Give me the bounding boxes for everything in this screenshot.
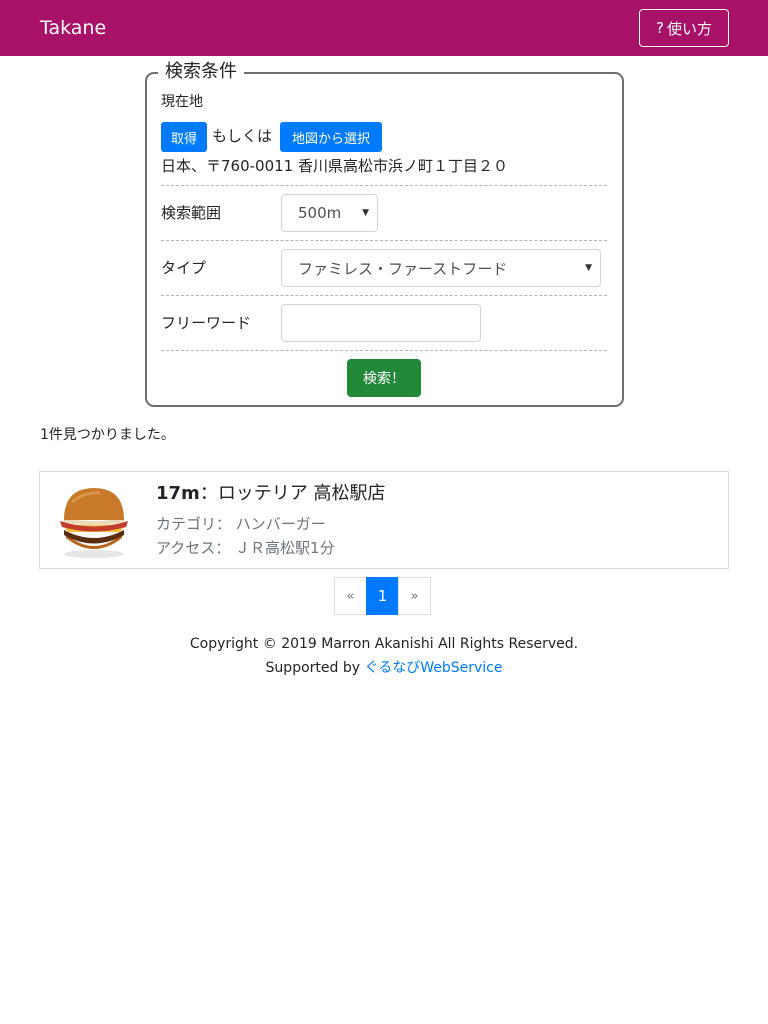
help-button[interactable]: ? 使い方 (639, 9, 729, 47)
pagination-next[interactable]: » (398, 577, 431, 615)
result-category: カテゴリ： ハンバーガー (156, 514, 326, 534)
category-value: ハンバーガー (235, 515, 326, 533)
result-title[interactable]: 17m：ロッテリア 高松駅店 (156, 482, 386, 506)
freeword-label: フリーワード (161, 314, 252, 332)
pagination-prev[interactable]: « (334, 577, 367, 615)
caret-down-icon: ▼ (585, 263, 592, 273)
result-access: アクセス： ＪＲ高松駅1分 (156, 538, 335, 558)
range-select[interactable]: 500m ▼ (281, 194, 378, 232)
category-label: カテゴリ： (156, 515, 232, 533)
search-submit-button[interactable]: 検索！ (347, 359, 421, 397)
divider (161, 240, 607, 241)
range-label: 検索範囲 (161, 204, 222, 222)
divider (161, 350, 607, 351)
brand-logo[interactable]: Takane (40, 17, 106, 39)
result-name: ロッテリア 高松駅店 (217, 483, 386, 504)
navbar: Takane ? 使い方 (0, 0, 768, 56)
copyright: Copyright © 2019 Marron Akanishi All Rig… (189, 636, 579, 652)
get-location-button[interactable]: 取得 (161, 122, 207, 152)
caret-down-icon: ▼ (362, 208, 369, 218)
result-count: 1件見つかりました。 (40, 427, 175, 443)
help-button-label: 使い方 (666, 19, 712, 38)
pagination: « 1 » (334, 577, 431, 615)
divider (161, 295, 607, 296)
result-card[interactable]: 17m：ロッテリア 高松駅店 カテゴリ： ハンバーガー アクセス： ＪＲ高松駅1… (39, 471, 729, 569)
location-label: 現在地 (161, 94, 203, 110)
supported-by: Supported by ぐるなびWebService (0, 659, 768, 677)
gnavi-link[interactable]: ぐるなびWebService (364, 660, 502, 676)
freeword-input[interactable] (281, 304, 481, 342)
current-address: 日本、〒760-0011 香川県高松市浜ノ町１丁目２０ (161, 157, 508, 175)
pagination-page[interactable]: 1 (366, 577, 399, 615)
or-text: もしくは (212, 127, 273, 145)
type-select[interactable]: ファミレス・ファーストフード ▼ (281, 249, 601, 287)
range-select-value: 500m (298, 204, 342, 222)
select-from-map-button[interactable]: 地図から選択 (280, 122, 382, 152)
supported-prefix: Supported by (265, 660, 365, 676)
result-distance: 17m (156, 483, 200, 504)
type-label: タイプ (161, 259, 207, 277)
access-label: アクセス： (156, 539, 231, 557)
type-select-value: ファミレス・ファーストフード (298, 259, 508, 278)
search-conditions-legend: 検索条件 (158, 60, 244, 84)
access-value: ＪＲ高松駅1分 (235, 539, 335, 557)
hamburger-photo (60, 488, 128, 558)
result-separator: ： (199, 483, 218, 504)
question-icon: ? (656, 19, 664, 37)
divider (161, 185, 607, 186)
